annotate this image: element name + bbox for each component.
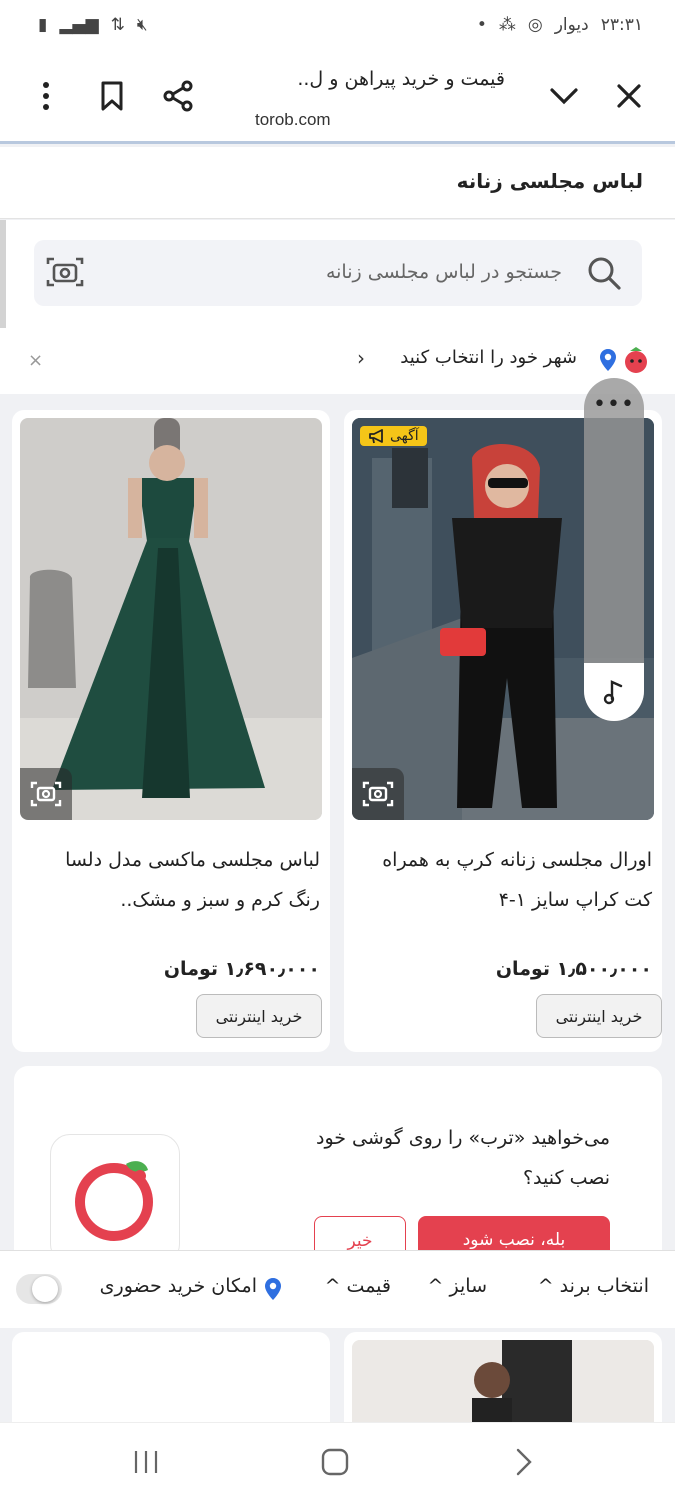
ad-badge-label: آگهی: [390, 428, 419, 444]
category-header: لباس مجلسی زنانه: [0, 147, 675, 219]
install-app-banner: می‌خواهید «ترب» را روی گوشی خود نصب کنید…: [14, 1066, 662, 1266]
home-icon[interactable]: [305, 1441, 365, 1483]
product-card[interactable]: لباس مجلسی ماکسی مدل دلسا رنگ کرم و سبز …: [12, 410, 330, 1052]
floating-media-panel[interactable]: •••: [584, 378, 644, 721]
status-bar: ▮ ▂▄▆ ⇅ 🔇︎ • ⁂ ◎ دیوار ۲۳:۳۱: [0, 0, 675, 50]
clock: ۲۳:۳۱: [600, 15, 643, 35]
chevron-up-icon: ^: [537, 1275, 554, 1297]
search-input[interactable]: جستجو در لباس مجلسی زنانه: [34, 240, 642, 306]
url-text[interactable]: torob.com: [255, 110, 331, 130]
mute-icon: 🔇︎: [136, 15, 148, 35]
product-title[interactable]: اورال مجلسی زنانه کرپ به همراه کت کراپ س…: [366, 840, 652, 920]
torob-logo: [50, 1134, 180, 1264]
back-icon[interactable]: [494, 1441, 554, 1483]
chevron-up-icon: ^: [427, 1275, 444, 1297]
product-image[interactable]: [20, 418, 322, 820]
filter-size[interactable]: سایز ^: [428, 1275, 487, 1297]
recent-apps-icon[interactable]: [116, 1441, 176, 1483]
camera-search-icon[interactable]: [44, 254, 86, 294]
panel-more-icon[interactable]: •••: [584, 392, 644, 417]
more-menu-icon[interactable]: [26, 76, 66, 116]
ad-badge: آگهی: [360, 426, 427, 446]
browser-toolbar: قیمت و خرید پیراهن و ل.. torob.com: [0, 50, 675, 144]
search-icon[interactable]: [586, 255, 622, 295]
page-title: قیمت و خرید پیراهن و ل..: [297, 68, 505, 90]
system-nav-bar: [0, 1422, 675, 1500]
product-card[interactable]: [344, 1332, 662, 1432]
close-icon[interactable]: [609, 76, 649, 116]
filter-in-person[interactable]: امکان خرید حضوری: [100, 1275, 257, 1297]
install-prompt-text: می‌خواهید «ترب» را روی گوشی خود نصب کنید…: [316, 1127, 610, 1189]
data-icon: ⇅: [110, 15, 125, 35]
search-placeholder: جستجو در لباس مجلسی زنانه: [325, 261, 562, 283]
location-pin-icon: [599, 348, 617, 376]
bookmark-icon[interactable]: [92, 76, 132, 116]
divar-label: دیوار: [554, 15, 589, 35]
location-pin-icon: [264, 1277, 282, 1305]
in-person-toggle[interactable]: [16, 1274, 62, 1304]
chrome-icon: ◎: [527, 15, 543, 35]
image-camera-icon[interactable]: [352, 768, 404, 820]
buy-online-button[interactable]: خرید اینترنتی: [536, 994, 662, 1038]
share-icon[interactable]: [158, 76, 198, 116]
close-city-icon[interactable]: ×: [28, 350, 43, 371]
search-section: جستجو در لباس مجلسی زنانه: [0, 220, 675, 340]
product-title[interactable]: لباس مجلسی ماکسی مدل دلسا رنگ کرم و سبز …: [34, 840, 320, 920]
buy-online-button[interactable]: خرید اینترنتی: [196, 994, 322, 1038]
dot-icon: •: [476, 15, 487, 35]
category-title: لباس مجلسی زنانه: [456, 169, 643, 193]
chevron-left-icon: ›: [357, 346, 365, 370]
chevron-up-icon: ^: [324, 1275, 341, 1297]
filter-brand[interactable]: انتخاب برند ^: [538, 1275, 649, 1297]
city-label[interactable]: شهر خود را انتخاب کنید: [400, 347, 577, 368]
chevron-down-icon[interactable]: [544, 76, 584, 116]
signal-icon: ▂▄▆: [59, 15, 99, 35]
megaphone-icon: [368, 428, 386, 444]
filter-bar: انتخاب برند ^ سایز ^ قیمت ^ امکان خرید ح…: [0, 1250, 675, 1328]
app-notification-icon: ⁂: [498, 15, 516, 35]
scroll-indicator: [0, 220, 6, 340]
city-selector[interactable]: × › شهر خود را انتخاب کنید: [0, 328, 675, 394]
product-card[interactable]: [12, 1332, 330, 1432]
image-camera-icon[interactable]: [20, 768, 72, 820]
toggle-knob: [32, 1276, 58, 1302]
product-price: ۱٫۵۰۰٫۰۰۰ تومان: [495, 958, 652, 980]
filter-price[interactable]: قیمت ^: [325, 1275, 391, 1297]
battery-icon: ▮: [38, 15, 48, 35]
torob-mascot-icon: [621, 344, 651, 378]
product-image[interactable]: [352, 1340, 654, 1432]
product-price: ۱٫۶۹۰٫۰۰۰ تومان: [163, 958, 320, 980]
music-note-icon[interactable]: [584, 663, 644, 721]
